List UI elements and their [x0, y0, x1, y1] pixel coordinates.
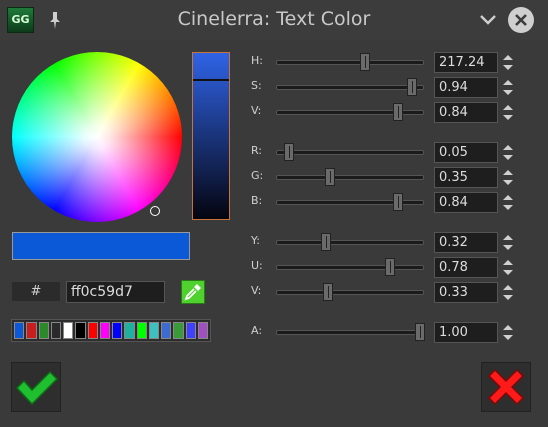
palette-swatch[interactable] [14, 322, 25, 339]
value-marker[interactable] [193, 79, 229, 81]
value-field-v2[interactable]: 0.33 [434, 282, 498, 303]
slider-label-h: H: [251, 54, 263, 67]
color-preview-swatch [12, 232, 190, 260]
hex-hash-button[interactable]: # [12, 282, 60, 301]
value-field-g[interactable]: 0.35 [434, 167, 498, 188]
hex-value-field[interactable]: ff0c59d7 [66, 281, 165, 303]
title-bar: GG Cinelerra: Text Color [0, 0, 548, 40]
slider-thumb-b[interactable] [393, 193, 403, 211]
color-palette [11, 319, 211, 342]
value-field-a[interactable]: 1.00 [434, 322, 498, 343]
value-field-h[interactable]: 217.24 [434, 52, 498, 73]
slider-label-a: A: [251, 324, 263, 337]
slider-thumb-r[interactable] [284, 143, 294, 161]
slider-label-s: S: [251, 79, 262, 92]
slider-track-b[interactable] [276, 193, 424, 211]
slider-track-h[interactable] [276, 53, 424, 71]
close-icon [515, 14, 527, 26]
palette-swatch[interactable] [50, 322, 61, 339]
value-field-b[interactable]: 0.84 [434, 192, 498, 213]
color-wheel[interactable] [12, 52, 182, 222]
palette-swatch[interactable] [173, 322, 184, 339]
cancel-button[interactable] [481, 362, 531, 412]
spin-arrows-icon[interactable] [500, 52, 516, 73]
palette-swatch[interactable] [87, 322, 98, 339]
slider-track-a[interactable] [276, 323, 425, 341]
spin-arrows-icon[interactable] [500, 322, 516, 343]
spin-arrows-icon[interactable] [500, 282, 516, 303]
slider-track-v2[interactable] [276, 283, 424, 301]
value-field-u[interactable]: 0.78 [434, 257, 498, 278]
slider-track-y[interactable] [276, 233, 424, 251]
palette-swatch[interactable] [26, 322, 37, 339]
palette-swatch[interactable] [148, 322, 159, 339]
slider-track-u[interactable] [276, 258, 424, 276]
slider-track-g[interactable] [276, 168, 424, 186]
palette-swatch[interactable] [75, 322, 86, 339]
eyedropper-icon [184, 284, 201, 301]
spin-arrows-icon[interactable] [500, 77, 516, 98]
chevron-down-icon[interactable] [478, 11, 498, 29]
eyedropper-button[interactable] [181, 280, 205, 304]
palette-swatch[interactable] [161, 322, 172, 339]
slider-track-r[interactable] [276, 143, 424, 161]
slider-thumb-h[interactable] [360, 53, 370, 71]
spin-arrows-icon[interactable] [500, 102, 516, 123]
slider-track-s[interactable] [276, 78, 424, 96]
value-field-s[interactable]: 0.94 [434, 77, 498, 98]
window-title: Cinelerra: Text Color [177, 8, 371, 30]
palette-swatch[interactable] [63, 322, 74, 339]
slider-thumb-v1[interactable] [393, 103, 403, 121]
dialog-content: # ff0c59d7 H: 217.24 S: 0.94 V: 0.84 R: 0.05 G: 0… [0, 40, 548, 427]
spin-arrows-icon[interactable] [500, 192, 516, 213]
wheel-cursor[interactable] [150, 206, 160, 216]
spin-arrows-icon[interactable] [500, 232, 516, 253]
spin-arrows-icon[interactable] [500, 142, 516, 163]
spin-arrows-icon[interactable] [500, 167, 516, 188]
slider-thumb-u[interactable] [385, 258, 395, 276]
slider-thumb-s[interactable] [407, 78, 417, 96]
value-field-v1[interactable]: 0.84 [434, 102, 498, 123]
cross-icon [487, 368, 525, 406]
slider-label-v1: V: [251, 104, 262, 117]
checkmark-icon [15, 370, 59, 406]
slider-label-v2: V: [251, 284, 262, 297]
slider-thumb-y[interactable] [321, 233, 331, 251]
palette-swatch[interactable] [185, 322, 196, 339]
palette-swatch[interactable] [112, 322, 123, 339]
slider-thumb-v2[interactable] [323, 283, 333, 301]
palette-swatch[interactable] [136, 322, 147, 339]
slider-label-u: U: [251, 259, 263, 272]
palette-swatch[interactable] [197, 322, 208, 339]
slider-track-v1[interactable] [276, 103, 424, 121]
slider-label-g: G: [251, 169, 264, 182]
ok-button[interactable] [11, 362, 61, 412]
slider-thumb-g[interactable] [325, 168, 335, 186]
palette-swatch[interactable] [38, 322, 49, 339]
slider-label-b: B: [251, 194, 263, 207]
value-field-y[interactable]: 0.32 [434, 232, 498, 253]
value-field-r[interactable]: 0.05 [434, 142, 498, 163]
palette-swatch[interactable] [99, 322, 110, 339]
palette-swatch[interactable] [124, 322, 135, 339]
value-bar[interactable] [192, 52, 230, 220]
slider-thumb-a[interactable] [415, 323, 425, 341]
close-button[interactable] [508, 7, 534, 33]
slider-label-y: Y: [251, 234, 260, 247]
slider-label-r: R: [251, 144, 263, 157]
spin-arrows-icon[interactable] [500, 257, 516, 278]
